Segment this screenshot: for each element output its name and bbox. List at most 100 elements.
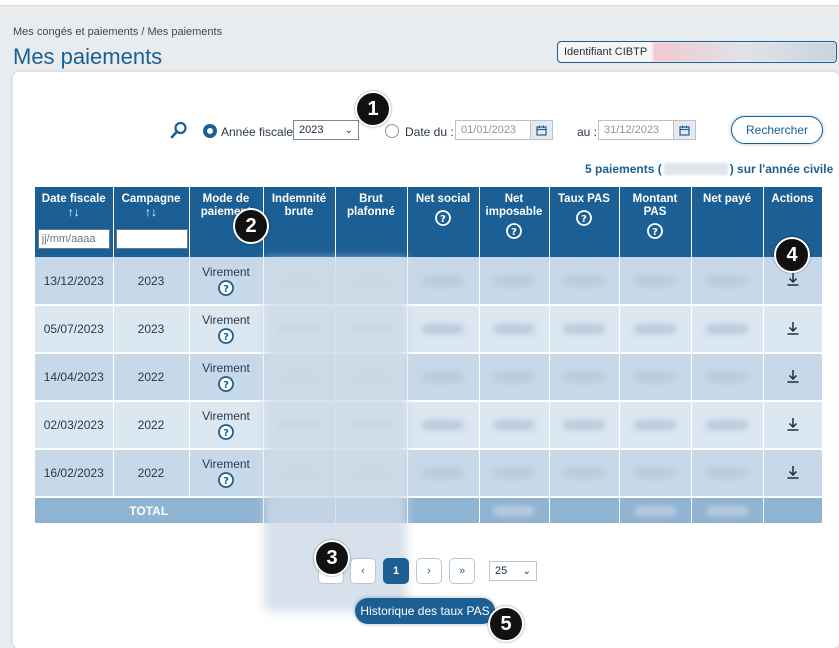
page-1-button[interactable]: 1 <box>383 558 409 584</box>
download-icon[interactable] <box>786 416 800 432</box>
marker-2: 2 <box>233 208 269 244</box>
help-icon[interactable]: ? <box>575 209 593 227</box>
cell-redacted <box>691 353 764 402</box>
cell-redacted <box>479 449 550 498</box>
cell-redacted <box>407 257 480 306</box>
date-from-input[interactable]: 01/01/2023 <box>455 120 553 140</box>
marker-3: 3 <box>314 540 350 576</box>
cell-campagne: 2023 <box>113 257 190 306</box>
header-date-fiscale-label: Date fiscale <box>41 193 106 205</box>
header-net-imposable: Net imposable ? <box>479 187 550 257</box>
svg-text:?: ? <box>652 227 658 238</box>
header-net-social: Net social ? <box>407 187 480 257</box>
cell-redacted <box>549 401 620 450</box>
table-row: 13/12/2023 2023 Virement? <box>35 257 823 306</box>
annee-fiscale-radio[interactable] <box>203 124 217 138</box>
help-icon[interactable]: ? <box>217 279 235 297</box>
download-icon[interactable] <box>786 271 800 287</box>
total-cell <box>263 497 336 523</box>
help-icon[interactable]: ? <box>217 375 235 393</box>
payments-panel: Année fiscale 2023 ⌄ Date du : 01/01/202… <box>13 72 839 648</box>
cell-redacted <box>335 257 408 306</box>
cell-mode-label: Virement <box>202 264 250 279</box>
sort-icon[interactable]: ↑↓ <box>68 205 80 219</box>
filter-row: Année fiscale 2023 ⌄ Date du : 01/01/202… <box>13 116 839 146</box>
cell-redacted <box>691 305 764 354</box>
search-icon[interactable] <box>170 121 188 139</box>
date-to-input[interactable]: 31/12/2023 <box>598 120 696 140</box>
cell-redacted <box>549 353 620 402</box>
cell-redacted <box>619 353 692 402</box>
last-page-button[interactable]: » <box>449 558 475 584</box>
calendar-icon[interactable] <box>530 121 552 139</box>
cell-redacted <box>335 401 408 450</box>
download-icon[interactable] <box>786 320 800 336</box>
table-row: 16/02/2023 2022 Virement? <box>35 449 823 498</box>
download-icon[interactable] <box>786 464 800 480</box>
page-size-select[interactable]: 25 ⌄ <box>489 561 537 581</box>
payments-table: Date fiscale ↑↓ jj/mm/aaaa Campagne ↑↓ M… <box>35 187 823 523</box>
date-au-label: au : <box>577 125 598 139</box>
sort-icon[interactable]: ↑↓ <box>145 205 157 219</box>
cell-redacted <box>407 401 480 450</box>
cell-mode-label: Virement <box>202 457 250 471</box>
cell-redacted <box>619 305 692 354</box>
cell-date: 05/07/2023 <box>35 305 114 354</box>
help-icon[interactable]: ? <box>217 471 235 489</box>
svg-text:?: ? <box>511 227 517 238</box>
cell-date: 13/12/2023 <box>35 257 114 306</box>
help-icon[interactable]: ? <box>217 423 235 441</box>
cell-redacted <box>407 353 480 402</box>
year-select-value: 2023 <box>299 124 324 136</box>
date-to-value: 31/12/2023 <box>604 124 660 136</box>
cibtp-value-redacted <box>653 42 836 62</box>
total-cell <box>407 497 480 523</box>
year-select[interactable]: 2023 ⌄ <box>293 120 359 140</box>
calendar-icon[interactable] <box>673 121 695 139</box>
prev-page-button[interactable]: ‹ <box>350 558 376 584</box>
date-filter-input[interactable]: jj/mm/aaaa <box>37 229 110 249</box>
next-page-button[interactable]: › <box>416 558 442 584</box>
svg-text:?: ? <box>581 214 587 225</box>
campagne-filter-input[interactable] <box>115 229 188 249</box>
svg-text:?: ? <box>223 284 229 295</box>
header-taux-pas-label: Taux PAS <box>558 193 610 205</box>
help-icon[interactable]: ? <box>646 222 664 240</box>
cell-mode-label: Virement <box>202 313 250 327</box>
cell-redacted <box>263 449 336 498</box>
header-taux-pas: Taux PAS ? <box>549 187 620 257</box>
cell-campagne: 2022 <box>113 401 190 450</box>
cell-mode: Virement? <box>189 257 264 306</box>
cell-campagne: 2023 <box>113 305 190 354</box>
header-net-social-label: Net social <box>415 193 471 205</box>
svg-text:?: ? <box>223 428 229 439</box>
cell-redacted <box>549 305 620 354</box>
cell-redacted <box>263 353 336 402</box>
marker-4: 4 <box>774 237 810 273</box>
cell-redacted <box>619 449 692 498</box>
cell-redacted <box>479 305 550 354</box>
cell-mode-label: Virement <box>202 409 250 423</box>
total-cell <box>335 497 408 523</box>
total-cell-redacted <box>479 497 550 523</box>
historique-taux-pas-button[interactable]: Historique des taux PAS <box>355 598 495 624</box>
total-label: TOTAL <box>35 497 264 523</box>
cell-redacted <box>691 449 764 498</box>
cell-redacted <box>335 353 408 402</box>
help-icon[interactable]: ? <box>217 327 235 345</box>
page-size-value: 25 <box>495 565 508 577</box>
header-campagne[interactable]: Campagne ↑↓ <box>113 187 190 257</box>
cell-redacted <box>619 257 692 306</box>
help-icon[interactable]: ? <box>434 209 452 227</box>
cell-redacted <box>263 305 336 354</box>
help-icon[interactable]: ? <box>505 222 523 240</box>
cell-redacted <box>691 257 764 306</box>
rechercher-button[interactable]: Rechercher <box>731 116 823 144</box>
summary-suffix: ) sur l'année civile <box>729 162 834 176</box>
download-icon[interactable] <box>786 368 800 384</box>
header-date-fiscale[interactable]: Date fiscale ↑↓ jj/mm/aaaa <box>35 187 114 257</box>
cell-actions <box>763 353 823 402</box>
page-title: Mes paiements <box>13 44 163 69</box>
date-range-radio[interactable] <box>385 124 399 138</box>
table-row: 05/07/2023 2023 Virement? <box>35 305 823 354</box>
